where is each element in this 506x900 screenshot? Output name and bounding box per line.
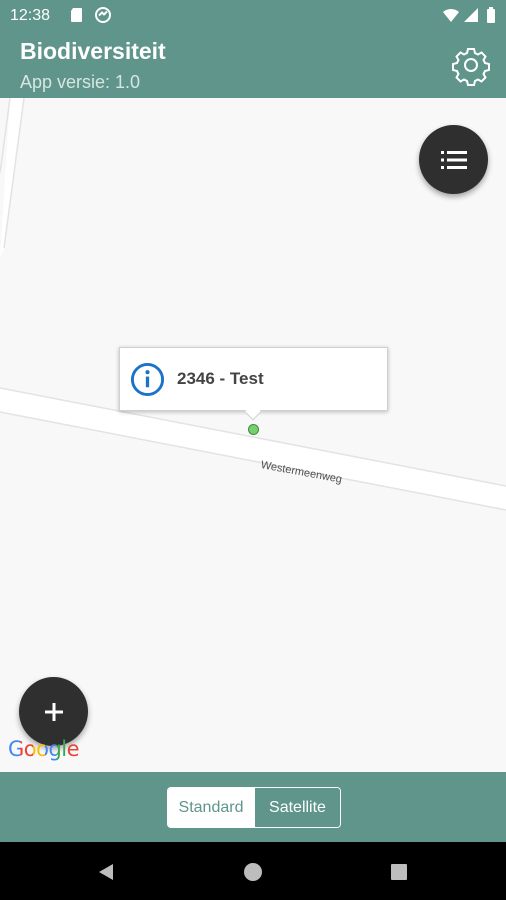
map-type-standard-button[interactable]: Standard bbox=[168, 788, 254, 827]
info-icon bbox=[130, 362, 165, 397]
list-button[interactable] bbox=[419, 125, 488, 194]
status-bar: 12:38 bbox=[0, 0, 506, 32]
sd-card-icon bbox=[71, 8, 82, 22]
status-time: 12:38 bbox=[10, 7, 51, 24]
google-attribution: Google bbox=[8, 737, 80, 761]
add-button[interactable] bbox=[19, 677, 88, 746]
app-bar: Biodiversiteit App versie: 1.0 bbox=[0, 32, 506, 98]
home-icon[interactable] bbox=[242, 861, 264, 883]
do-not-disturb-icon bbox=[95, 7, 111, 23]
map-type-satellite-button[interactable]: Satellite bbox=[254, 788, 340, 827]
battery-icon bbox=[487, 7, 495, 23]
marker-title: 2346 - Test bbox=[177, 369, 264, 388]
back-icon[interactable] bbox=[95, 861, 117, 883]
plus-icon bbox=[44, 702, 63, 721]
settings-button[interactable] bbox=[449, 43, 493, 87]
app-title: Biodiversiteit bbox=[20, 38, 166, 64]
map-type-panel: Standard Satellite bbox=[0, 772, 506, 842]
navigation-bar bbox=[0, 842, 506, 900]
recents-icon[interactable] bbox=[388, 861, 410, 883]
gear-icon bbox=[452, 48, 490, 86]
location-marker[interactable] bbox=[248, 424, 259, 435]
app-version: App versie: 1.0 bbox=[20, 72, 141, 92]
marker-info-window[interactable]: 2346 - Test bbox=[119, 347, 388, 421]
wifi-icon bbox=[443, 8, 459, 22]
list-icon bbox=[440, 150, 467, 169]
map-roads bbox=[0, 98, 506, 511]
map-view[interactable]: Westermeenweg 2346 - Test Google bbox=[0, 98, 506, 772]
signal-icon bbox=[464, 8, 478, 22]
map-type-toggle: Standard Satellite bbox=[167, 787, 341, 828]
google-logo: Google bbox=[8, 737, 80, 761]
